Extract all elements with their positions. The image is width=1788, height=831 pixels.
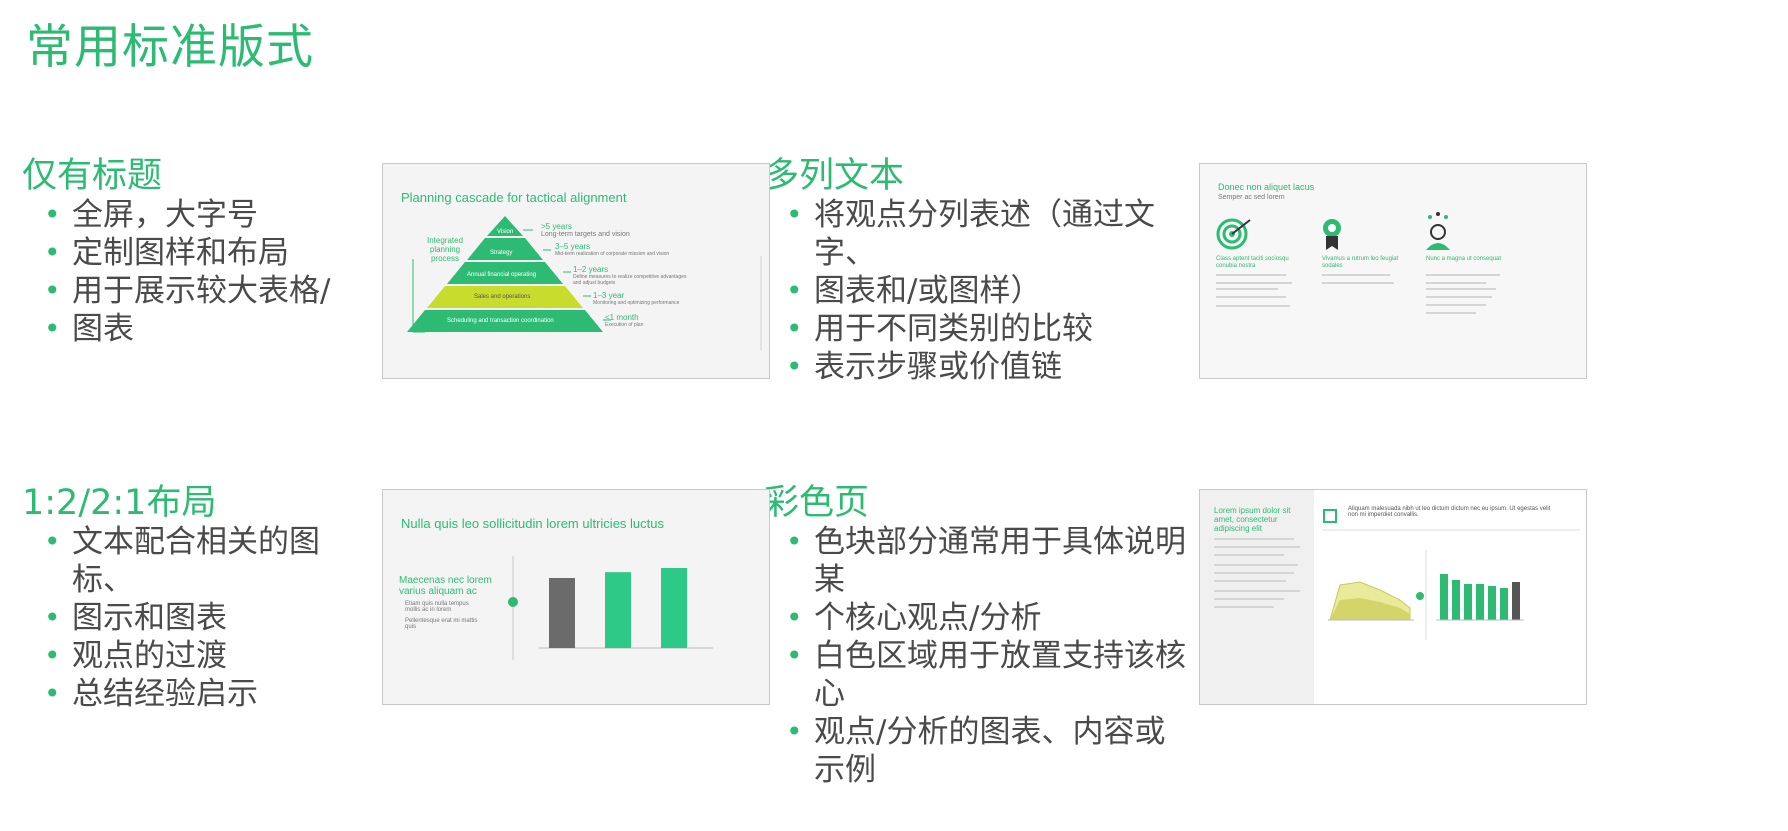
bullet-item-continued: 图示和图表 — [44, 599, 362, 637]
bullet-list: 色块部分通常用于具体说明某 个核心观点/分析 白色区域用于放置支持该核心 观点/… — [764, 523, 1194, 789]
section-heading: 1:2/2:1布局 — [22, 483, 217, 523]
award-icon — [1323, 219, 1341, 250]
bullet-item: 用于展示较大表格/ — [44, 272, 362, 310]
bullet-item-continued: 个核心观点/分析 — [786, 599, 1194, 637]
horizon-label: >5 years — [541, 222, 572, 231]
pyramid-level: Scheduling and transaction coordination — [447, 318, 554, 324]
bullet-list: 将观点分列表述（通过文字、 图表和/或图样） 用于不同类别的比较 表示步骤或价值… — [764, 196, 1194, 386]
bullet-item: 全屏，大字号 — [44, 196, 362, 234]
page-title: 常用标准版式 — [26, 20, 314, 75]
bullet-item: 将观点分列表述（通过文字、 — [786, 196, 1194, 272]
section-title-only: 仅有标题 全屏，大字号 定制图样和布局 用于展示较大表格/ 图表 — [22, 156, 362, 348]
thumbnail-color-page-slide: Lorem ipsum dolor sit amet, consectetur … — [1199, 489, 1587, 705]
bullet-item: 表示步骤或价值链 — [786, 348, 1194, 386]
chart-icon — [1323, 509, 1337, 523]
bullet-list: 文本配合相关的图标、 图示和图表 观点的过渡 总结经验启示 — [22, 523, 362, 713]
bullet-item: 白色区域用于放置支持该核心 — [786, 637, 1194, 713]
color-page-charts — [1322, 509, 1580, 640]
arrow-marker — [508, 597, 518, 607]
bullet-item: 观点的过渡 — [44, 637, 362, 675]
pyramid-level: Strategy — [490, 250, 513, 256]
bar-A — [549, 578, 575, 648]
thumbnail-columns-slide: Donec non aliquet lacus Semper ac sed lo… — [1199, 163, 1587, 379]
column-icons — [1216, 212, 1450, 250]
pyramid-level: Sales and operations — [474, 294, 531, 300]
bullet-list: 全屏，大字号 定制图样和布局 用于展示较大表格/ 图表 — [22, 196, 362, 348]
section-color-page: 彩色页 色块部分通常用于具体说明某 个核心观点/分析 白色区域用于放置支持该核心… — [764, 483, 1194, 789]
bar-chart — [508, 556, 713, 660]
bar-B — [605, 572, 631, 648]
bullet-item-continued: 观点/分析的图表、内容或示例 — [786, 713, 1194, 789]
pyramid-level: Annual financial operating — [467, 272, 537, 278]
horizon-label: <1 month — [605, 313, 639, 322]
bar-series — [1440, 574, 1520, 620]
column-title: Nunc a magna ut consequat — [1426, 256, 1502, 262]
bullet-item: 文本配合相关的图标、 — [44, 523, 362, 599]
horizon-desc: Long-term targets and vision — [541, 231, 630, 238]
horizon-label: 3–5 years — [555, 242, 591, 251]
bullet-item-continued: 图表和/或图样） — [786, 272, 1194, 310]
section-heading: 多列文本 — [764, 156, 905, 196]
column-title: Class aptent taciti sociosqu conubia nos… — [1216, 256, 1289, 269]
bullet-item: 总结经验启示 — [44, 675, 362, 713]
column-title: Vivamus a rutrum leo feugiat sodales — [1322, 256, 1399, 269]
section-heading: 仅有标题 — [22, 156, 163, 196]
section-multi-column: 多列文本 将观点分列表述（通过文字、 图表和/或图样） 用于不同类别的比较 表示… — [764, 156, 1194, 386]
horizon-label: 1–2 years — [573, 265, 609, 274]
section-heading: 彩色页 — [764, 483, 870, 523]
section-ratio-layout: 1:2/2:1布局 文本配合相关的图标、 图示和图表 观点的过渡 总结经验启示 — [22, 483, 362, 713]
person-idea-icon — [1426, 212, 1450, 250]
horizon-label: 1–3 year — [593, 291, 625, 300]
bullet-item-continued: 图表 — [44, 310, 362, 348]
pyramid-level: Vision — [497, 229, 514, 235]
horizon-desc: Define measures to realize competitive a… — [573, 274, 687, 286]
bullet-item: 定制图样和布局 — [44, 234, 362, 272]
horizon-desc: Mid-term realization of corporate missio… — [555, 251, 670, 257]
horizon-desc: Execution of plan — [605, 322, 644, 328]
bullet-item: 色块部分通常用于具体说明某 — [786, 523, 1194, 599]
bullet-item: 用于不同类别的比较 — [786, 310, 1194, 348]
target-icon — [1216, 218, 1251, 250]
bar-C — [661, 568, 687, 648]
thumbnail-bar-chart-slide: Nulla quis leo sollicitudin lorem ultric… — [382, 489, 770, 705]
thumbnail-pyramid-slide: Planning cascade for tactical alignment … — [382, 163, 770, 379]
horizon-desc: Monitoring and optimizing performance — [593, 300, 680, 306]
